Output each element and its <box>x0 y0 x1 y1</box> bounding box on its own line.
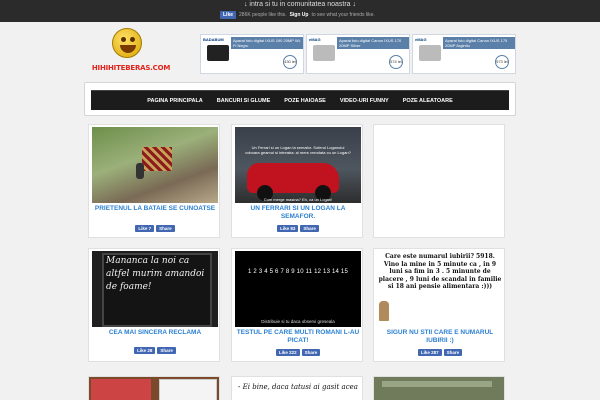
post-card-partial[interactable] <box>373 376 505 400</box>
ad-brand: eMAG <box>309 37 321 42</box>
ad-price: 430 lei <box>283 55 297 69</box>
post-image[interactable]: 1 2 3 4 5 6 7 8 9 10 11 12 13 14 15 Dist… <box>235 251 361 327</box>
partial-post-text: - Ei bine, daca tatusi ai gasit acea <box>238 383 358 391</box>
post-card-partial[interactable] <box>88 376 220 400</box>
like-button[interactable]: Like 287 <box>417 349 442 356</box>
post-image[interactable]: Un Ferrari si un Logan la semafor. Sofer… <box>235 127 361 203</box>
joke-text: Care este numarul iubirii? 5918. Vino la… <box>378 253 502 290</box>
facebook-like-row: Like 286K people like this. Sign Up to s… <box>220 10 375 19</box>
post-image[interactable]: Mananca la noi ca altfel murim amandoi d… <box>92 251 218 327</box>
post-card-partial[interactable]: - Ei bine, daca tatusi ai gasit acea <box>231 376 363 400</box>
community-invite-text: ↓ intra si tu in comunitatea noastra ↓ <box>243 1 357 8</box>
top-bar: ↓ intra si tu in comunitatea noastra ↓ L… <box>0 0 600 22</box>
facebook-signup-link[interactable]: Sign Up <box>290 12 309 18</box>
nav-item-jokes[interactable]: BANCURI SI GLUME <box>210 98 277 104</box>
post-title[interactable]: UN FERRARI SI UN LOGAN LA SEMAFOR. <box>234 205 362 221</box>
ad-headline: Aparat foto digital IXUS 190 20MP Wi-Fi … <box>231 37 303 49</box>
post-social: Like 222 Share <box>232 349 364 356</box>
post-card: PRIETENUL LA BATAIE SE CUNOATSE Like 7 S… <box>88 124 220 238</box>
nav-item-home[interactable]: PAGINA PRINCIPALA <box>140 98 210 104</box>
ad-banner: BADABUM Aparat foto digital IXUS 190 20M… <box>200 34 516 74</box>
image-caption: Un Ferrari si un Logan la semafor. Sofer… <box>245 145 351 155</box>
post-social: Like 287 Share <box>374 349 506 356</box>
post-title[interactable]: PRIETENUL LA BATAIE SE CUNOATSE <box>91 205 219 213</box>
ad-price: 573 lei <box>495 55 509 69</box>
post-card: 1 2 3 4 5 6 7 8 9 10 11 12 13 14 15 Dist… <box>231 248 363 362</box>
like-button[interactable]: Like 7 <box>135 225 155 232</box>
camera-image <box>313 45 335 61</box>
camera-image <box>207 45 229 61</box>
post-title[interactable]: TESTUL PE CARE MULTI ROMANI L-AU PICAT! <box>234 329 362 345</box>
ad-item[interactable]: eMAG Aparat foto digital Canon IXUS 175 … <box>412 34 516 74</box>
camera-image <box>419 45 441 61</box>
post-card-empty <box>373 124 505 238</box>
nav-item-funny-videos[interactable]: VIDEO-URI FUNNY <box>333 98 396 104</box>
ad-brand: eMAG <box>415 37 427 42</box>
share-button[interactable]: Share <box>156 225 175 232</box>
ad-item[interactable]: eMAG Aparat foto digital Canon IXUS 170 … <box>306 34 410 74</box>
like-button[interactable]: Like 222 <box>275 349 300 356</box>
share-button[interactable]: Share <box>300 225 319 232</box>
nav-item-random-pics[interactable]: POZE ALEATOARE <box>396 98 460 104</box>
post-social: Like 28 Share <box>89 347 221 354</box>
post-card: Mananca la noi ca altfel murim amandoi d… <box>88 248 220 362</box>
figure-image <box>379 301 389 321</box>
laughing-face-icon <box>112 28 142 58</box>
post-title[interactable]: SIGUR NU STII CARE E NUMARUL IUBIRII :) <box>376 329 504 345</box>
nav-item-funny-pics[interactable]: POZE HAIOASE <box>277 98 333 104</box>
post-image[interactable] <box>92 127 218 203</box>
post-image <box>377 127 503 203</box>
ad-brand: BADABUM <box>203 37 224 42</box>
main-nav: PAGINA PRINCIPALA BANCURI SI GLUME POZE … <box>91 90 509 110</box>
ad-headline: Aparat foto digital Canon IXUS 170 20MP … <box>337 37 409 49</box>
number-sequence: 1 2 3 4 5 6 7 8 9 10 11 12 13 14 15 <box>248 269 348 275</box>
image-caption: Distribuie si tu daca observi greseala <box>261 319 335 324</box>
share-button[interactable]: Share <box>157 347 176 354</box>
ad-headline: Aparat foto digital Canon IXUS 175 20MP … <box>443 37 515 49</box>
logo-text: HIHIHITEBERAS.COM <box>91 64 171 72</box>
facebook-signup-tail: to see what your friends like. <box>311 11 375 18</box>
post-image[interactable]: Care este numarul iubirii? 5918. Vino la… <box>377 251 503 327</box>
ad-price: 574 lei <box>389 55 403 69</box>
nav-container: PAGINA PRINCIPALA BANCURI SI GLUME POZE … <box>84 82 516 116</box>
post-social: Like 7 Share <box>89 225 221 232</box>
post-card: Un Ferrari si un Logan la semafor. Sofer… <box>231 124 363 238</box>
post-card: Care este numarul iubirii? 5918. Vino la… <box>373 248 505 362</box>
site-logo[interactable]: HIHIHITEBERAS.COM <box>88 28 174 76</box>
facebook-like-button[interactable]: Like <box>220 10 237 19</box>
like-button[interactable]: Like 83 <box>277 225 299 232</box>
share-button[interactable]: Share <box>443 349 463 356</box>
post-title[interactable]: CEA MAI SINCERA RECLAMA <box>91 329 219 337</box>
facebook-like-count: 286K people like this. <box>239 11 287 18</box>
share-button[interactable]: Share <box>301 349 321 356</box>
post-social: Like 83 Share <box>232 225 364 232</box>
chalkboard-text: Mananca la noi ca altfel murim amandoi d… <box>106 256 205 292</box>
image-caption: Cum merge masina? Eh, ca un Logan! <box>263 197 333 202</box>
like-button[interactable]: Like 28 <box>134 347 156 354</box>
ad-item[interactable]: BADABUM Aparat foto digital IXUS 190 20M… <box>200 34 304 74</box>
